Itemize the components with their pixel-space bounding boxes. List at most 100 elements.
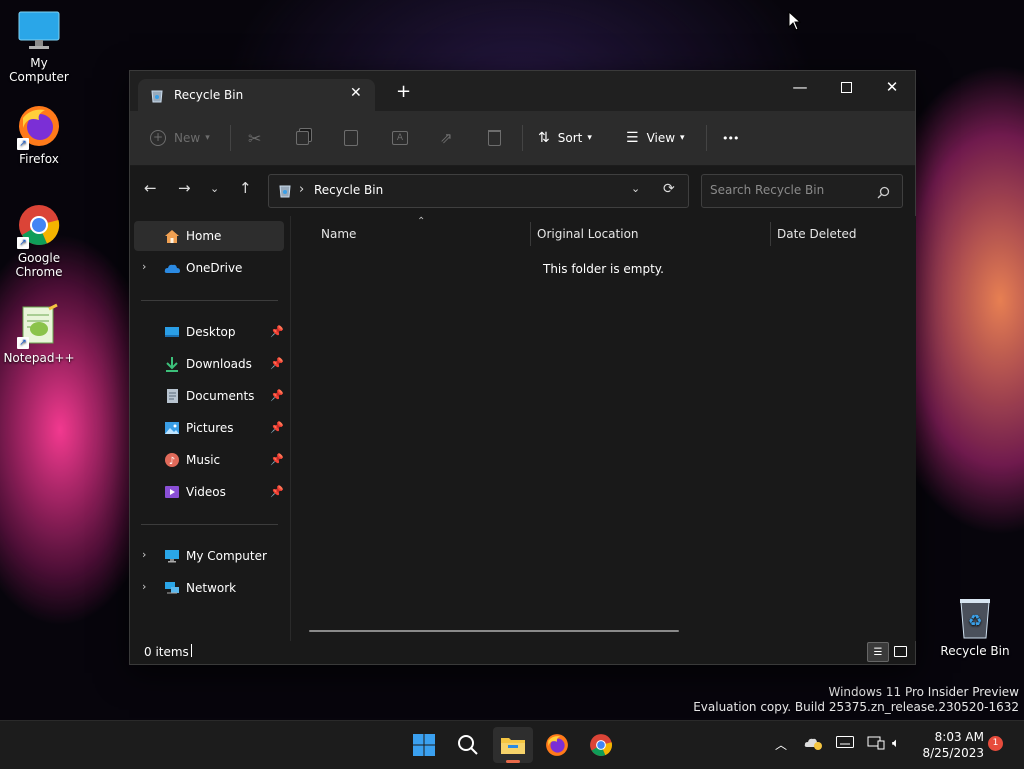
download-arrow-icon [164,356,181,372]
sidebar-item-pictures[interactable]: Pictures 📌 [134,413,284,443]
search-icon [458,735,478,755]
command-bar: + New ▾ ✂ A ⇗ ⇅ Sort ▾ ☰ View ▾ ••• [130,111,915,166]
desktop-icon-google-chrome[interactable]: ↗ Google Chrome [0,203,78,279]
title-bar[interactable]: Recycle Bin ✕ + — ✕ [130,71,915,111]
desktop-icon-notepad-plus-plus[interactable]: ↗ Notepad++ [0,303,78,365]
network-status-button[interactable] [867,736,885,754]
column-separator[interactable] [770,222,771,246]
sidebar-item-home[interactable]: Home [134,221,284,251]
sidebar-item-onedrive[interactable]: › OneDrive [134,253,284,283]
up-button[interactable]: ↑ [239,179,252,197]
view-button[interactable]: ☰ View ▾ [626,123,685,153]
tiles-view-icon [893,645,907,657]
refresh-button[interactable]: ⟳ [663,181,675,197]
item-count: 0 items [144,645,189,659]
column-header-date-deleted[interactable]: Date Deleted [777,227,857,241]
trash-icon [488,130,501,146]
show-hidden-icons-button[interactable]: ︿ [775,736,787,753]
tab-recycle-bin[interactable]: Recycle Bin ✕ [138,79,375,111]
share-icon: ⇗ [440,129,453,147]
watermark-line-1: Windows 11 Pro Insider Preview [828,685,1019,699]
monitor-icon [17,8,61,52]
view-lines-icon: ☰ [626,130,639,146]
horizontal-scrollbar[interactable] [309,630,679,632]
back-button[interactable]: ← [144,179,157,197]
cut-button[interactable]: ✂ [248,123,261,153]
chrome-taskbar-button[interactable] [581,727,621,763]
paste-button[interactable] [344,123,358,153]
toolbar-separator [706,125,707,151]
status-separator [191,644,192,657]
search-box[interactable]: Search Recycle Bin [701,174,903,208]
column-header-original-location[interactable]: Original Location [537,227,639,241]
firefox-taskbar-button[interactable] [537,727,577,763]
desktop-icon-my-computer[interactable]: My Computer [0,8,78,84]
file-list-pane[interactable]: ⌃ Name Original Location Date Deleted Th… [290,216,916,641]
new-tab-button[interactable]: + [396,83,411,101]
rename-button[interactable]: A [392,123,408,153]
notification-badge[interactable]: 1 [988,736,1003,751]
maximize-button[interactable] [823,71,869,103]
clock-button[interactable]: 8:03 AM 8/25/2023 [922,729,984,761]
desktop-icon-firefox[interactable]: ↗ Firefox [0,104,78,166]
close-icon: ✕ [885,78,899,96]
firefox-icon: ↗ [17,104,61,150]
search-taskbar-button[interactable] [448,727,488,763]
minimize-icon: — [792,78,808,96]
address-dropdown-button[interactable]: ⌄ [631,182,640,195]
firefox-icon [546,734,568,756]
column-header-name[interactable]: Name [321,227,356,241]
sidebar-divider [141,300,278,301]
sidebar-item-my-computer[interactable]: › My Computer [134,541,284,571]
music-icon: ♪ [164,452,181,468]
chevron-down-icon: ▾ [680,133,685,143]
onedrive-status-button[interactable] [804,736,822,754]
pin-icon: 📌 [270,485,284,498]
sort-button-label: Sort [557,131,583,145]
copy-button[interactable] [296,123,309,153]
more-options-button[interactable]: ••• [722,123,739,153]
clipboard-icon [344,130,358,146]
sidebar-item-downloads[interactable]: Downloads 📌 [134,349,284,379]
forward-button[interactable]: → [178,179,191,197]
minimize-button[interactable]: — [777,71,823,103]
start-button[interactable] [404,727,444,763]
volume-button[interactable]: 🔈︎ [892,736,900,751]
picture-icon [164,420,181,436]
taskbar: ︿ 🔈︎ 8:03 AM 8/25/2023 1 [0,720,1024,769]
search-input[interactable]: Search Recycle Bin [710,183,824,197]
sidebar-item-desktop[interactable]: Desktop 📌 [134,317,284,347]
sidebar-item-videos[interactable]: Videos 📌 [134,477,284,507]
navigation-pane: Home › OneDrive Desktop 📌 Downloads 📌 Do… [130,216,288,641]
onedrive-warning-icon [804,738,822,750]
copy-icon [296,131,309,145]
column-separator[interactable] [530,222,531,246]
close-window-button[interactable]: ✕ [869,71,915,103]
speaker-icon: 🔈︎ [892,736,900,751]
view-button-label: View [646,131,676,145]
sort-button[interactable]: ⇅ Sort ▾ [538,123,592,153]
tiles-view-button[interactable] [890,642,910,660]
sidebar-item-label: OneDrive [186,261,243,275]
pin-icon: 📌 [270,389,284,402]
empty-folder-message: This folder is empty. [543,262,664,276]
recent-locations-button[interactable]: ⌄ [210,182,219,195]
sidebar-item-network[interactable]: › Network [134,573,284,603]
chevron-right-icon: › [142,580,147,593]
chevron-up-icon: ︿ [775,738,788,752]
address-bar[interactable]: › Recycle Bin ⌄ ⟳ [268,174,689,208]
pin-icon: 📌 [270,357,284,370]
desktop-icon-label: Firefox [19,152,59,166]
breadcrumb-recycle-bin[interactable]: Recycle Bin [314,183,383,197]
sidebar-item-music[interactable]: ♪ Music 📌 [134,445,284,475]
navigation-bar: ← → ⌄ ↑ › Recycle Bin ⌄ ⟳ Search Recycle… [130,166,915,216]
delete-button[interactable] [488,123,501,153]
file-explorer-taskbar-button[interactable] [493,727,533,763]
desktop-icon-recycle-bin[interactable]: ♻ Recycle Bin [936,596,1014,658]
sidebar-item-documents[interactable]: Documents 📌 [134,381,284,411]
close-tab-button[interactable]: ✕ [350,85,362,101]
keyboard-button[interactable] [836,736,854,752]
details-view-button[interactable]: ☰ [867,642,889,662]
new-button[interactable]: + New ▾ [150,123,210,153]
share-button[interactable]: ⇗ [440,123,453,153]
